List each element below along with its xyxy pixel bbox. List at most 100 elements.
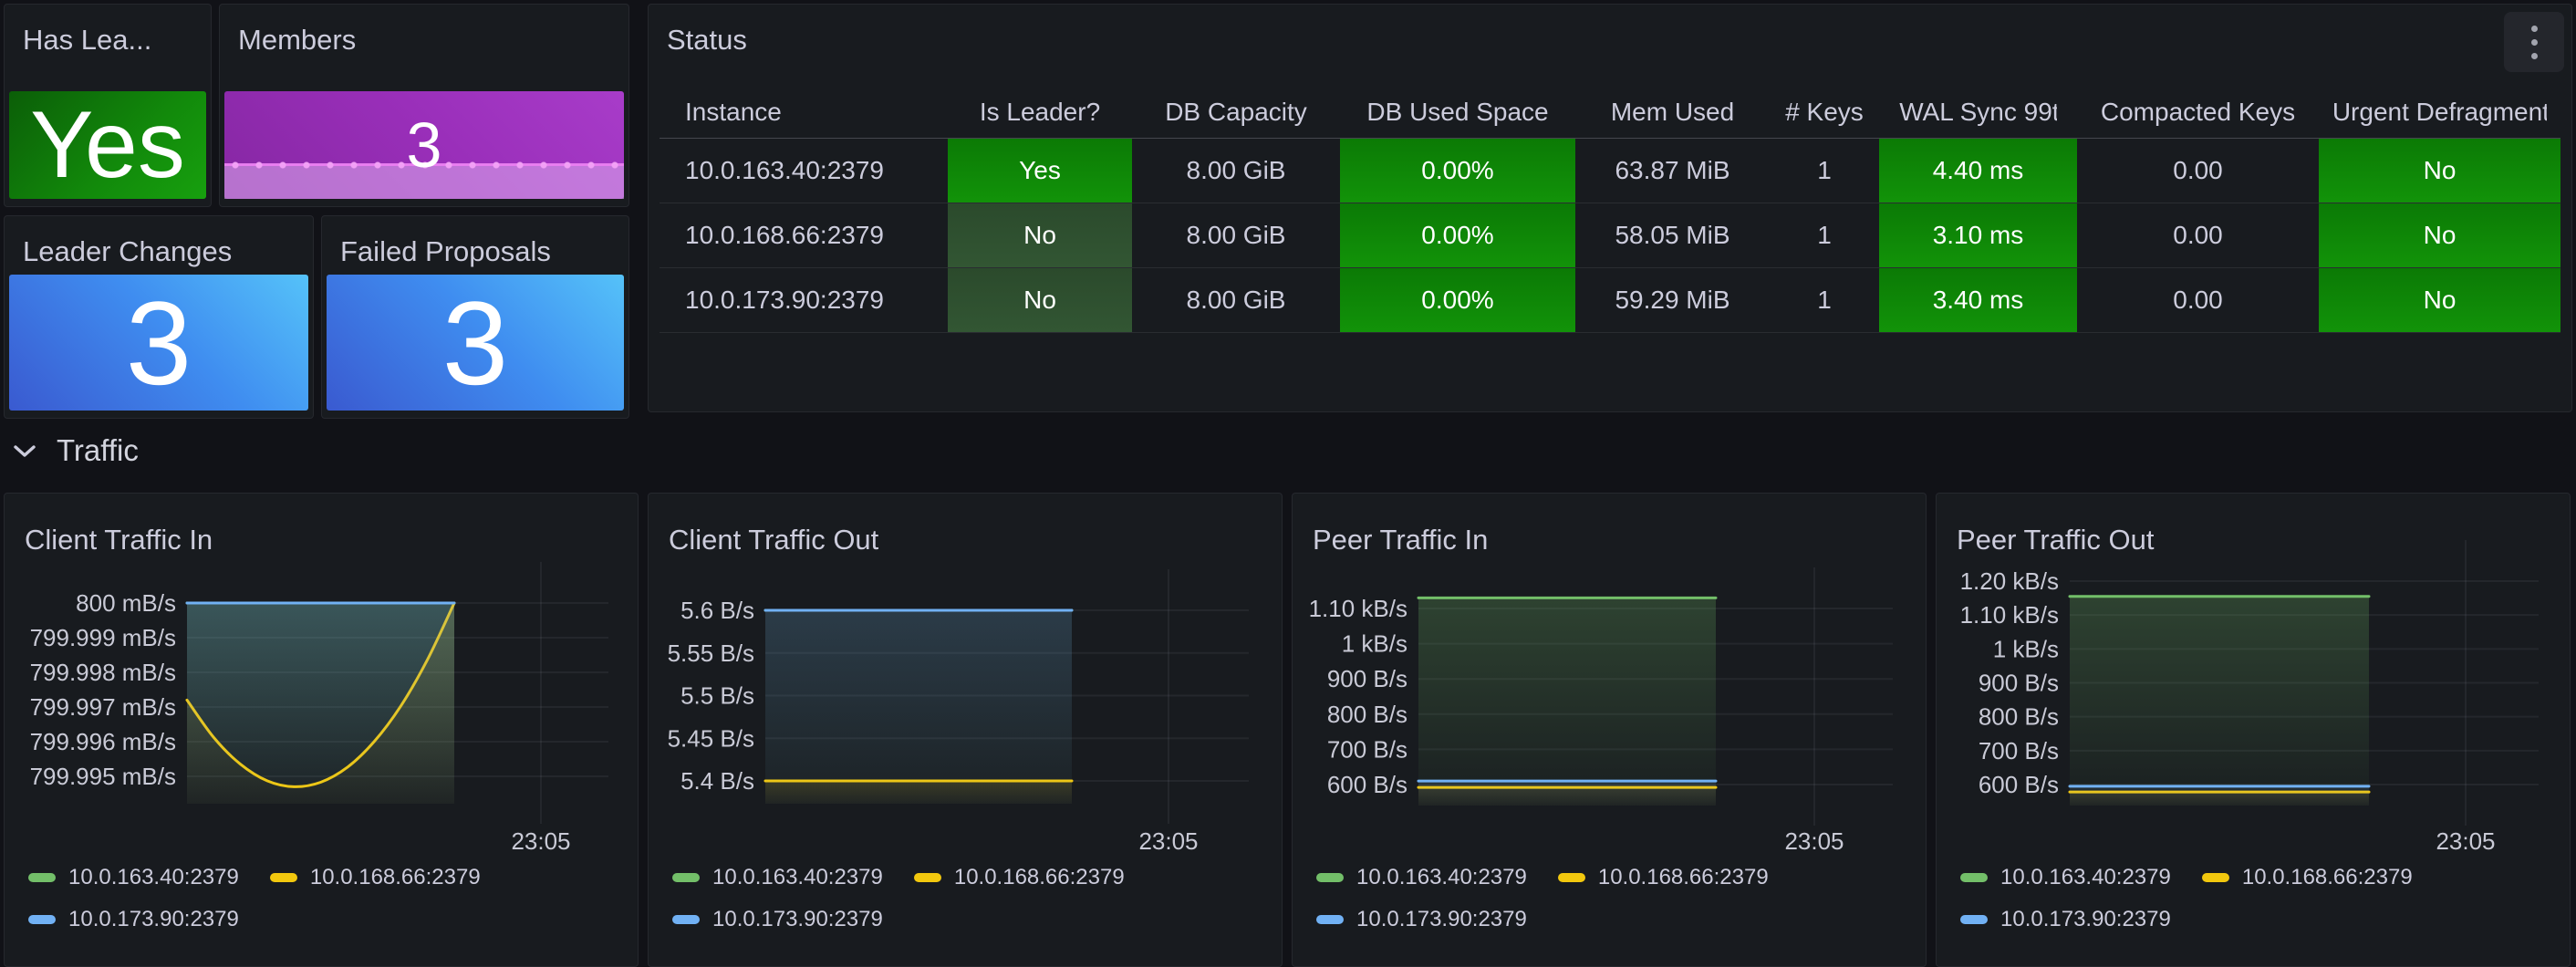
svg-text:799.999 mB/s: 799.999 mB/s — [30, 624, 176, 651]
legend-swatch — [28, 873, 56, 882]
panel-peer-traffic-out: Peer Traffic Out 1.20 kB/s1.10 kB/s1 kB/… — [1936, 493, 2571, 967]
status-table-header: InstanceIs Leader?DB CapacityDB Used Spa… — [660, 87, 2560, 139]
table-cell: 0.00 — [2077, 139, 2319, 203]
svg-text:5.4 B/s: 5.4 B/s — [680, 767, 754, 795]
table-cell: No — [2319, 139, 2560, 203]
panel-peer-traffic-in: Peer Traffic In 1.10 kB/s1 kB/s900 B/s80… — [1292, 493, 1927, 967]
panel-title[interactable]: Status — [667, 23, 747, 57]
chart-legend-row: 10.0.173.90:2379 — [28, 904, 239, 935]
legend-item[interactable]: 10.0.163.40:2379 — [672, 865, 883, 890]
svg-text:900 B/s: 900 B/s — [1327, 665, 1407, 692]
legend-label: 10.0.173.90:2379 — [2000, 907, 2171, 932]
legend-swatch — [1558, 873, 1585, 882]
table-cell: 59.29 MiB — [1575, 268, 1770, 332]
svg-text:600 B/s: 600 B/s — [1327, 771, 1407, 798]
svg-text:23:05: 23:05 — [2436, 827, 2495, 855]
table-cell: 8.00 GiB — [1132, 139, 1340, 203]
table-cell: 3.40 ms — [1879, 268, 2077, 332]
table-cell: 0.00 — [2077, 203, 2319, 267]
chart-legend-row: 10.0.173.90:2379 — [1960, 904, 2171, 935]
legend-label: 10.0.163.40:2379 — [2000, 865, 2171, 890]
peer-traffic-out-chart[interactable]: 1.20 kB/s1.10 kB/s1 kB/s900 B/s800 B/s70… — [1937, 494, 2571, 967]
chart-legend-row: 10.0.163.40:2379 10.0.168.66:2379 — [1960, 862, 2413, 893]
table-cell: 10.0.168.66:2379 — [660, 203, 948, 267]
panel-title[interactable]: Leader Changes — [23, 234, 232, 269]
column-header[interactable]: Compacted Keys — [2077, 87, 2319, 138]
legend-label: 10.0.163.40:2379 — [1356, 865, 1527, 890]
legend-item[interactable]: 10.0.163.40:2379 — [1960, 865, 2171, 890]
svg-text:1.10 kB/s: 1.10 kB/s — [1960, 601, 2059, 629]
svg-text:23:05: 23:05 — [1138, 827, 1198, 855]
table-cell: 3.10 ms — [1879, 203, 2077, 267]
legend-item[interactable]: 10.0.173.90:2379 — [1316, 907, 1527, 932]
panel-client-traffic-out: Client Traffic Out 5.6 B/s5.55 B/s5.5 B/… — [648, 493, 1283, 967]
legend-item[interactable]: 10.0.163.40:2379 — [28, 865, 239, 890]
table-cell: No — [948, 268, 1132, 332]
table-cell: Yes — [948, 139, 1132, 203]
svg-text:799.995 mB/s: 799.995 mB/s — [30, 763, 176, 790]
table-cell: No — [2319, 268, 2560, 332]
table-cell: 1 — [1770, 203, 1879, 267]
table-cell: No — [2319, 203, 2560, 267]
failed-proposals-value: 3 — [327, 275, 624, 411]
column-header[interactable]: Instance — [660, 87, 948, 138]
column-header[interactable]: Urgent Defragment — [2319, 87, 2560, 138]
legend-label: 10.0.163.40:2379 — [712, 865, 883, 890]
legend-swatch — [672, 873, 700, 882]
panel-leader-changes: Leader Changes 3 — [4, 215, 314, 419]
svg-text:1.10 kB/s: 1.10 kB/s — [1309, 595, 1407, 622]
peer-traffic-in-chart[interactable]: 1.10 kB/s1 kB/s900 B/s800 B/s700 B/s600 … — [1293, 494, 1927, 967]
legend-swatch — [1960, 915, 1988, 924]
legend-swatch — [1316, 915, 1344, 924]
legend-swatch — [1316, 873, 1344, 882]
column-header[interactable]: Mem Used — [1575, 87, 1770, 138]
table-cell: 1 — [1770, 268, 1879, 332]
legend-swatch — [270, 873, 297, 882]
panel-title[interactable]: Members — [238, 23, 356, 57]
column-header[interactable]: DB Used Space — [1340, 87, 1575, 138]
client-traffic-out-chart[interactable]: 5.6 B/s5.55 B/s5.5 B/s5.45 B/s5.4 B/s23:… — [649, 494, 1283, 967]
svg-text:1 kB/s: 1 kB/s — [1993, 635, 2059, 662]
panel-status: Status InstanceIs Leader?DB CapacityDB U… — [648, 4, 2572, 412]
table-cell: 63.87 MiB — [1575, 139, 1770, 203]
table-cell: 8.00 GiB — [1132, 268, 1340, 332]
legend-item[interactable]: 10.0.168.66:2379 — [2202, 865, 2413, 890]
panel-title[interactable]: Has Lea... — [23, 23, 151, 57]
section-traffic-toggle[interactable]: Traffic — [13, 429, 139, 473]
chart-legend-row: 10.0.163.40:2379 10.0.168.66:2379 — [672, 862, 1125, 893]
svg-text:799.996 mB/s: 799.996 mB/s — [30, 728, 176, 755]
section-traffic-label: Traffic — [57, 433, 139, 468]
legend-item[interactable]: 10.0.168.66:2379 — [1558, 865, 1769, 890]
column-header[interactable]: Is Leader? — [948, 87, 1132, 138]
kebab-menu-icon[interactable] — [2504, 12, 2564, 72]
status-table: InstanceIs Leader?DB CapacityDB Used Spa… — [660, 87, 2560, 333]
panel-title[interactable]: Failed Proposals — [340, 234, 551, 269]
column-header[interactable]: WAL Sync 99t — [1879, 87, 2077, 138]
legend-item[interactable]: 10.0.163.40:2379 — [1316, 865, 1527, 890]
members-value: 3 — [407, 109, 442, 182]
table-row: 10.0.173.90:2379No8.00 GiB0.00%59.29 MiB… — [660, 268, 2560, 333]
table-row: 10.0.168.66:2379No8.00 GiB0.00%58.05 MiB… — [660, 203, 2560, 268]
legend-label: 10.0.163.40:2379 — [68, 865, 239, 890]
table-cell: 8.00 GiB — [1132, 203, 1340, 267]
svg-text:600 B/s: 600 B/s — [1979, 771, 2059, 798]
svg-text:1.20 kB/s: 1.20 kB/s — [1960, 567, 2059, 595]
client-traffic-in-chart[interactable]: 800 mB/s799.999 mB/s799.998 mB/s799.997 … — [5, 494, 639, 967]
legend-item[interactable]: 10.0.173.90:2379 — [28, 907, 239, 932]
legend-label: 10.0.168.66:2379 — [310, 865, 481, 890]
legend-item[interactable]: 10.0.173.90:2379 — [1960, 907, 2171, 932]
legend-item[interactable]: 10.0.168.66:2379 — [914, 865, 1125, 890]
legend-swatch — [2202, 873, 2229, 882]
chart-legend-row: 10.0.173.90:2379 — [672, 904, 883, 935]
column-header[interactable]: DB Capacity — [1132, 87, 1340, 138]
legend-label: 10.0.168.66:2379 — [954, 865, 1125, 890]
table-cell: 58.05 MiB — [1575, 203, 1770, 267]
svg-text:700 B/s: 700 B/s — [1327, 735, 1407, 763]
legend-item[interactable]: 10.0.168.66:2379 — [270, 865, 481, 890]
column-header[interactable]: # Keys — [1770, 87, 1879, 138]
legend-item[interactable]: 10.0.173.90:2379 — [672, 907, 883, 932]
legend-label: 10.0.168.66:2379 — [2242, 865, 2413, 890]
panel-members: Members 3 — [219, 4, 629, 207]
svg-text:5.5 B/s: 5.5 B/s — [680, 682, 754, 710]
svg-text:1 kB/s: 1 kB/s — [1342, 630, 1407, 658]
